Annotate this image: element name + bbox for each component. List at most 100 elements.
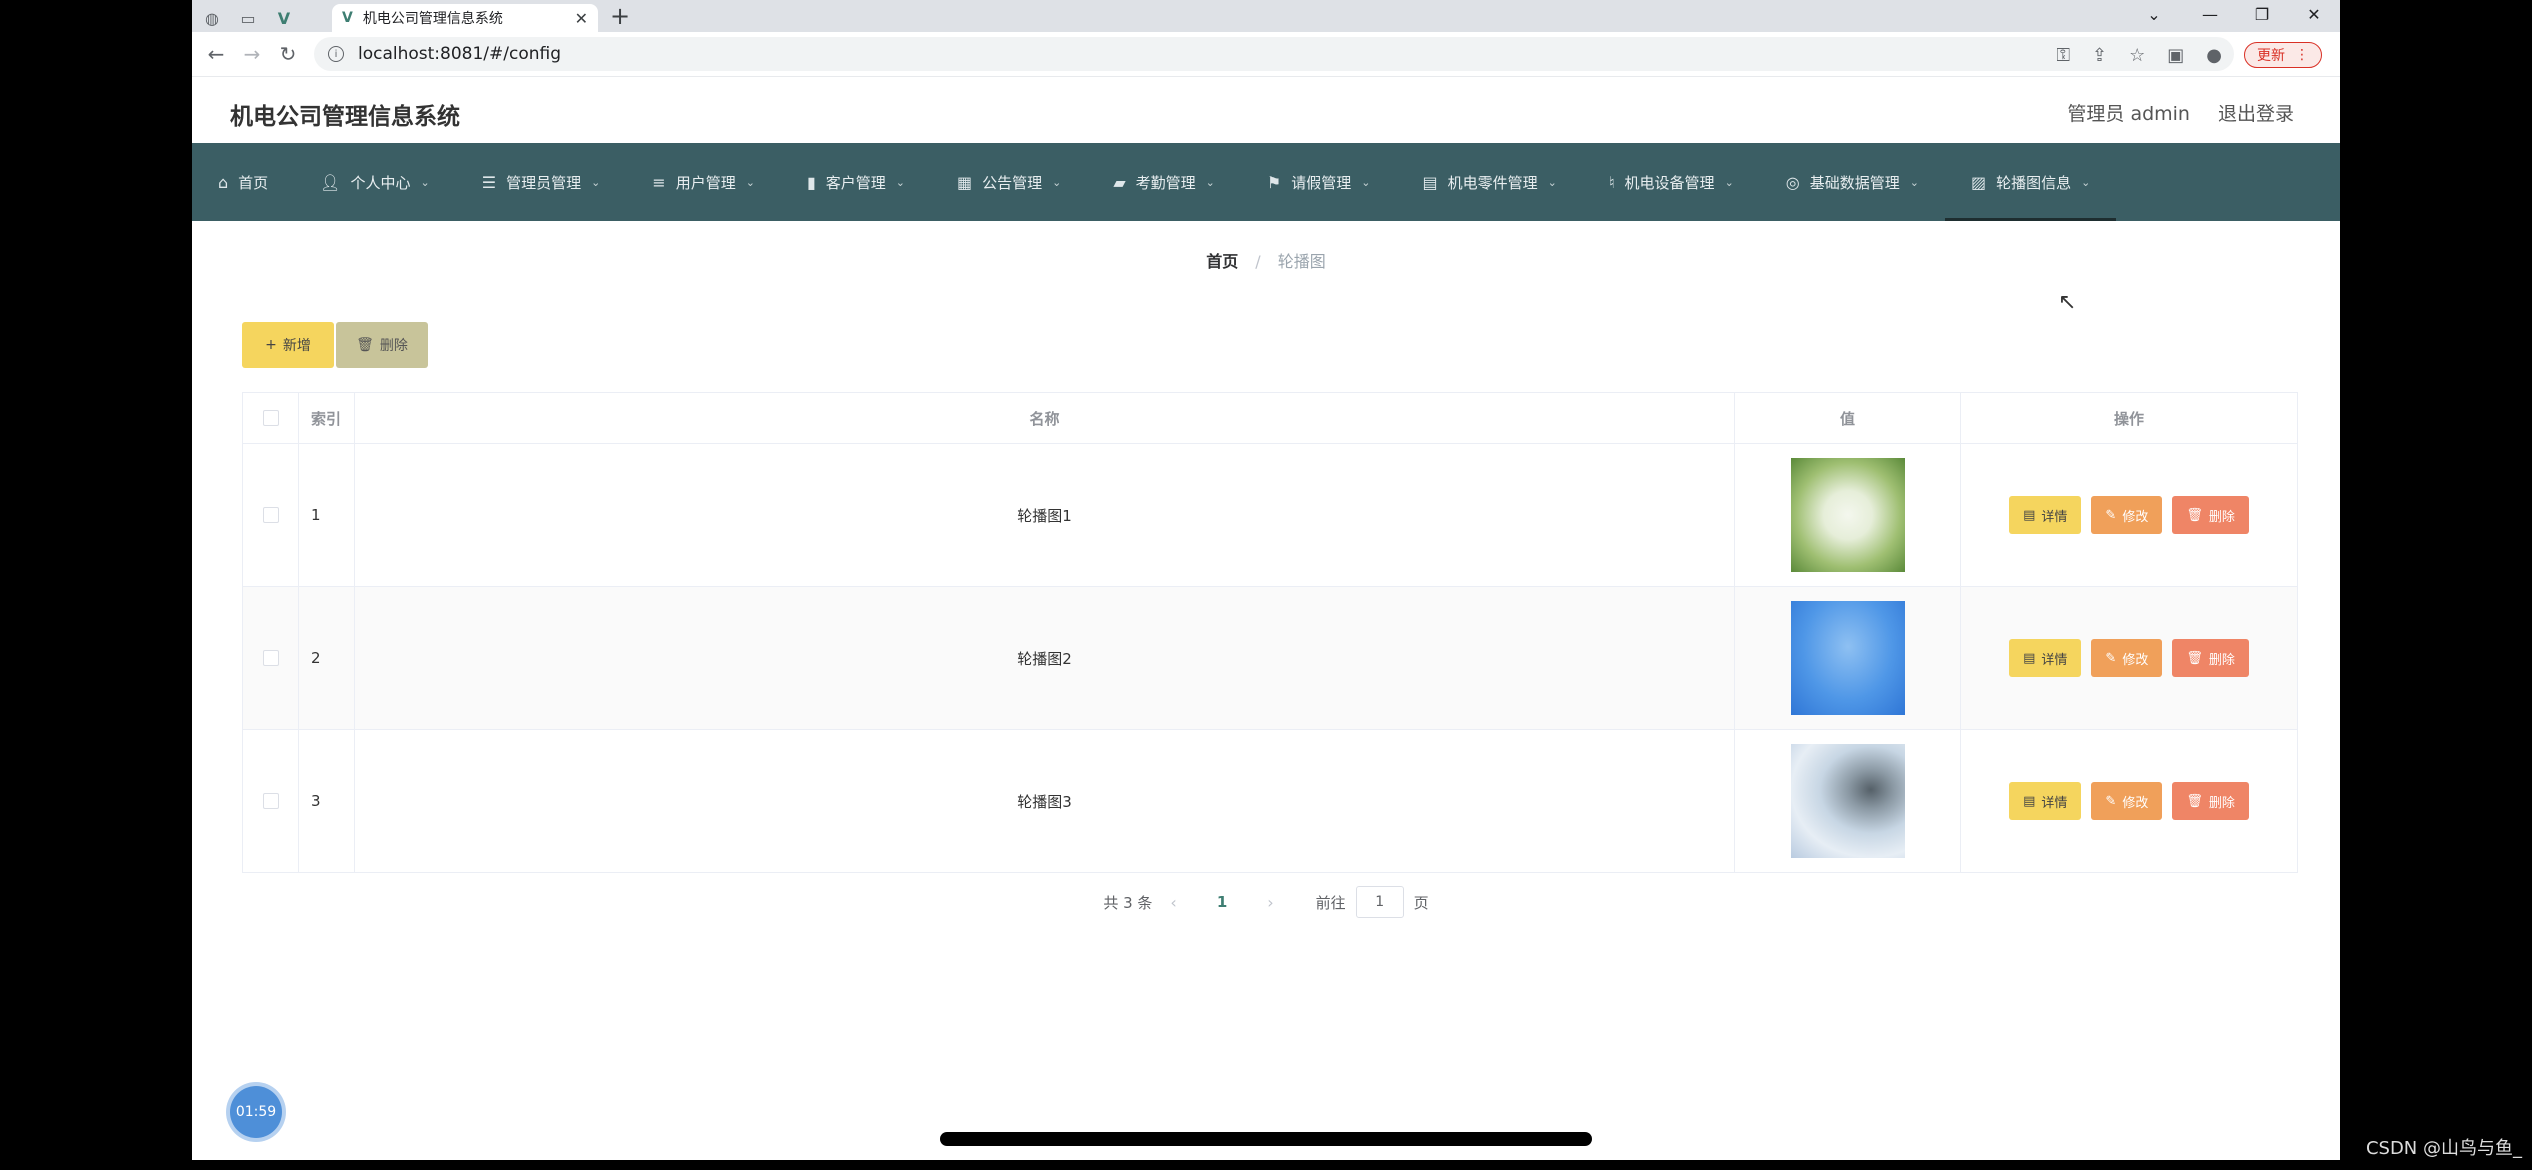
page-number[interactable]: 1 [1217,893,1227,911]
menu-item-label: 个人中心 [350,173,411,192]
trash-icon: 🗑︎ [2186,793,2203,809]
table-row: 2 轮播图2 ▤ 详情 ✎ 修改 🗑︎ 删除 [243,587,2297,730]
update-button[interactable]: 更新 ⋮ [2244,42,2322,68]
trash-icon: 🗑︎ [2186,650,2203,666]
row-actions: ▤ 详情 ✎ 修改 🗑︎ 删除 [1961,444,2297,586]
detail-button[interactable]: ▤ 详情 [2009,639,2082,677]
menu-item-leave-management[interactable]: ⚑ 请假管理 ⌄ [1241,143,1397,221]
edit-button[interactable]: ✎ 修改 [2091,782,2163,820]
carousel-thumbnail[interactable] [1790,744,1905,858]
delete-button[interactable]: 🗑︎ 删除 [2172,496,2249,534]
pagination: 共 3 条 ‹ 1 › 前往 1 页 [192,886,2340,918]
select-all-checkbox[interactable] [262,410,279,426]
detail-button-label: 详情 [2041,795,2068,811]
back-icon[interactable]: ← [204,42,228,66]
menu-item-parts-management[interactable]: ▤ 机电零件管理 ⌄ [1396,143,1582,221]
delete-button[interactable]: 🗑︎ 删除 [2172,639,2249,677]
menu-item-carousel-info[interactable]: ▨ 轮播图信息 ⌄ [1944,143,2117,221]
row-checkbox[interactable] [262,793,279,809]
mouse-cursor-icon: ↖ [2058,290,2077,315]
browser-active-tab[interactable]: V 机电公司管理信息系统 ✕ [332,4,598,32]
menu-item-admin-management[interactable]: ☰ 管理员管理 ⌄ [456,143,627,221]
menu-item-notice-management[interactable]: ▦ 公告管理 ⌄ [931,143,1087,221]
info-icon[interactable]: i [328,46,344,62]
profile-icon[interactable]: ● [2206,45,2222,66]
row-actions: ▤ 详情 ✎ 修改 🗑︎ 删除 [1961,587,2297,729]
user-label: 管理员 admin [2067,103,2190,125]
main-menu: ⌂ 首页 👤︎ 个人中心 ⌄ ☰ 管理员管理 ⌄ ≡ 用户管理 ⌄ ▮ 客户管理… [192,143,2340,221]
chevron-down-icon: ⌄ [1547,175,1557,189]
sidepanel-icon[interactable]: ▣ [2167,45,2184,66]
menu-item-basic-data-management[interactable]: ◎ 基础数据管理 ⌄ [1760,143,1945,221]
new-tab-icon[interactable]: + [610,2,630,30]
home-indicator-bar [940,1132,1592,1146]
trash-icon: 🗑︎ [356,337,374,353]
menu-item-customer-management[interactable]: ▮ 客户管理 ⌄ [781,143,931,221]
header-checkbox-cell [243,393,299,443]
table-row: 3 轮播图3 ▤ 详情 ✎ 修改 🗑︎ 删除 [243,730,2297,872]
globe-tab-icon[interactable]: ◍ [196,4,228,32]
detail-button[interactable]: ▤ 详情 [2009,496,2082,534]
column-header-index: 索引 [299,393,355,443]
row-checkbox-cell [243,444,299,586]
chevron-down-icon: ⌄ [895,175,905,189]
restore-icon[interactable]: ❐ [2236,0,2288,28]
batch-delete-button[interactable]: 🗑︎ 删除 [336,322,428,368]
carousel-table: 索引 名称 值 操作 1 轮播图1 ▤ 详情 ✎ 修改 🗑︎ 删除 2 轮播图2 ▤ 详… [242,392,2298,873]
delete-button-label: 删除 [2208,509,2235,525]
key-icon[interactable]: ⚿ [2056,45,2070,66]
minimize-icon[interactable]: — [2184,0,2236,28]
trash-icon: 🗑︎ [2186,507,2203,523]
browser-actions: ⚿ ⇪ ☆ ▣ ● 更新 ⋮ [2056,42,2322,68]
chevron-down-icon: ⌄ [1205,175,1215,189]
edit-button[interactable]: ✎ 修改 [2091,639,2163,677]
row-index: 3 [299,730,355,872]
carousel-thumbnail[interactable] [1790,601,1905,715]
edit-button[interactable]: ✎ 修改 [2091,496,2163,534]
goto-page-input[interactable]: 1 [1355,886,1404,918]
breadcrumb-home[interactable]: 首页 [1206,252,1238,271]
edit-button-label: 修改 [2122,652,2149,668]
vue-tab-icon[interactable]: V [268,4,300,32]
breadcrumb-current: 轮播图 [1277,252,1326,271]
chevron-down-icon: ⌄ [1724,175,1734,189]
pagination-total: 共 3 条 [1103,893,1153,912]
row-value-cell [1735,587,1961,729]
goto-prefix: 前往 [1315,893,1346,912]
menu-item-personal-center[interactable]: 👤︎ 个人中心 ⌄ [294,143,456,221]
sliders-icon: ☰ [481,172,497,192]
close-window-icon[interactable]: ✕ [2288,0,2340,28]
prev-page-icon[interactable]: ‹ [1170,893,1176,912]
star-icon[interactable]: ☆ [2129,45,2145,66]
recording-timer-badge[interactable]: 01:59 [230,1086,282,1138]
menu-item-attendance-management[interactable]: ▰ 考勤管理 ⌄ [1087,143,1241,221]
detail-button-label: 详情 [2041,652,2068,668]
row-checkbox[interactable] [262,650,279,666]
menu-item-user-management[interactable]: ≡ 用户管理 ⌄ [626,143,781,221]
carousel-thumbnail[interactable] [1790,458,1905,572]
detail-button[interactable]: ▤ 详情 [2009,782,2082,820]
share-icon[interactable]: ⇪ [2092,45,2107,66]
blank-tab-icon[interactable]: ▭ [232,4,264,32]
document-icon: ▤ [2023,507,2036,523]
add-button[interactable]: + 新增 [242,322,334,368]
menu-item-home[interactable]: ⌂ 首页 [192,143,294,221]
row-name: 轮播图2 [355,587,1735,729]
chevron-down-icon[interactable]: ⌄ [2128,0,2180,28]
column-header-name: 名称 [355,393,1735,443]
list-icon: ≡ [652,172,666,192]
delete-button-label: 删除 [2208,652,2235,668]
forward-icon[interactable]: → [240,42,264,66]
delete-button[interactable]: 🗑︎ 删除 [2172,782,2249,820]
menu-item-equipment-management[interactable]: ♮ 机电设备管理 ⌄ [1583,143,1760,221]
detail-button-label: 详情 [2041,509,2068,525]
reload-icon[interactable]: ↻ [276,42,300,66]
row-checkbox[interactable] [262,507,279,523]
more-icon: ⋮ [2295,47,2309,63]
next-page-icon[interactable]: › [1267,893,1273,912]
address-bar[interactable]: i localhost:8081/#/config [314,37,2234,71]
flag-icon: ⚑ [1266,172,1282,192]
logout-link[interactable]: 退出登录 [2218,99,2294,126]
close-tab-icon[interactable]: ✕ [575,9,588,28]
row-name: 轮播图3 [355,730,1735,872]
